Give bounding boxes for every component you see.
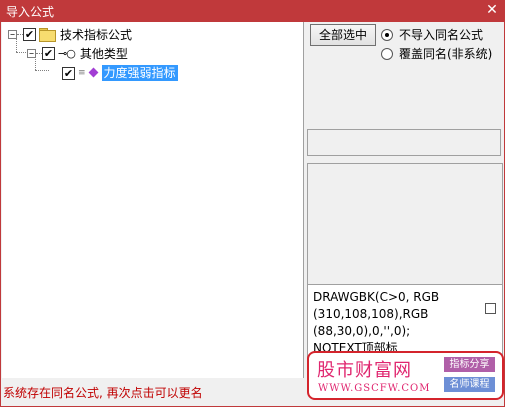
tree-node-label: 其他类型: [79, 46, 128, 61]
radio-icon-selected[interactable]: [381, 28, 393, 41]
tree-node-leaf[interactable]: ✔ ≡ 力度强弱指标: [62, 64, 178, 82]
tree-node-label: 技术指标公式: [60, 27, 133, 42]
code-checkbox[interactable]: [485, 303, 496, 314]
radio-icon[interactable]: [381, 47, 393, 60]
watermark-url: WWW.GSCFW.COM: [318, 383, 431, 394]
watermark-logo: 股市财富网 WWW.GSCFW.COM 指标分享 名师课程: [307, 351, 504, 400]
key-icon: ⊸○: [58, 46, 76, 60]
formula-tree[interactable]: − ✔ 技术指标公式 − ✔ ⊸○ 其他类型 ✔ ≡ 力度强弱指标: [2, 22, 304, 378]
checkbox-child[interactable]: ✔: [42, 46, 55, 60]
radio-no-import[interactable]: 不导入同名公式: [381, 26, 483, 43]
tree-node-child[interactable]: − ✔ ⊸○ 其他类型: [27, 44, 128, 62]
tree-node-root[interactable]: − ✔ 技术指标公式: [8, 25, 132, 43]
formula-icon: ≡: [78, 68, 86, 78]
formula-code-text: DRAWGBK(C>0, RGB (310,108,108),RGB (88,3…: [313, 290, 440, 355]
tree-node-label-selected: 力度强弱指标: [101, 65, 178, 81]
radio-overwrite[interactable]: 覆盖同名(非系统): [381, 45, 492, 62]
close-icon[interactable]: ✕: [485, 3, 499, 17]
description-panel: [307, 163, 503, 301]
watermark-tag-course: 名师课程: [444, 377, 495, 392]
diamond-icon: [89, 68, 99, 78]
collapse-icon[interactable]: −: [8, 29, 17, 39]
checkbox-root[interactable]: ✔: [23, 27, 36, 41]
watermark-title: 股市财富网: [317, 360, 412, 381]
radio-label: 覆盖同名(非系统): [399, 47, 493, 61]
window-title: 导入公式: [6, 4, 55, 19]
dialog-body: − ✔ 技术指标公式 − ✔ ⊸○ 其他类型 ✔ ≡ 力度强弱指标 全部选中 不…: [0, 22, 505, 407]
watermark-tag-share: 指标分享: [444, 357, 495, 372]
window-titlebar: 导入公式 ✕: [0, 0, 505, 22]
folder-icon: [39, 28, 56, 42]
status-message: 系统存在同名公式, 再次点击可以更名: [3, 386, 203, 400]
collapse-icon[interactable]: −: [27, 48, 36, 58]
name-field[interactable]: [307, 129, 501, 156]
checkbox-leaf[interactable]: ✔: [62, 66, 75, 80]
select-all-button[interactable]: 全部选中: [310, 24, 376, 46]
radio-label: 不导入同名公式: [399, 28, 484, 42]
